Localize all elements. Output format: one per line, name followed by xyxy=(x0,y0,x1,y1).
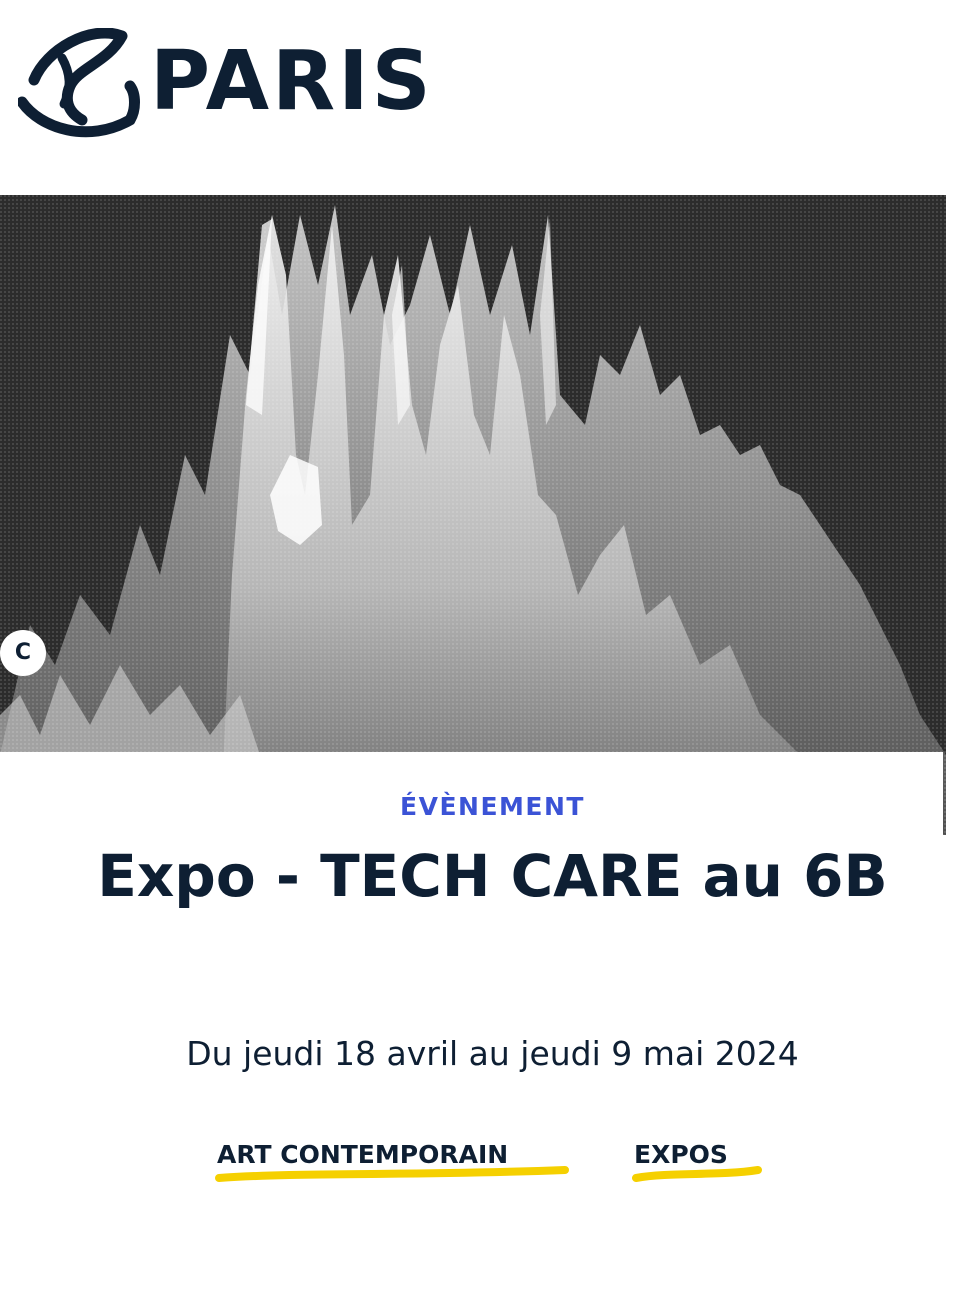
tag-label: EXPOS xyxy=(634,1140,728,1169)
tag-art-contemporain-link[interactable]: ART CONTEMPORAIN xyxy=(215,1140,569,1182)
paris-boat-logo-icon xyxy=(18,28,140,138)
event-category-label: ÉVÈNEMENT xyxy=(400,792,585,821)
paris-logo-text: PARIS xyxy=(150,34,434,129)
tag-expos-link[interactable]: EXPOS xyxy=(632,1140,762,1182)
site-header: PARIS xyxy=(0,0,962,195)
hero-image xyxy=(0,195,946,835)
photo-credit-badge[interactable]: C xyxy=(0,630,46,676)
event-title: Expo - TECH CARE au 6B xyxy=(97,842,888,910)
tech-care-artwork-image xyxy=(0,195,946,835)
event-dates: Du jeudi 18 avril au jeudi 9 mai 2024 xyxy=(186,1034,799,1073)
tag-label: ART CONTEMPORAIN xyxy=(217,1140,509,1169)
event-card: ÉVÈNEMENT Expo - TECH CARE au 6B Du jeud… xyxy=(0,752,943,1300)
